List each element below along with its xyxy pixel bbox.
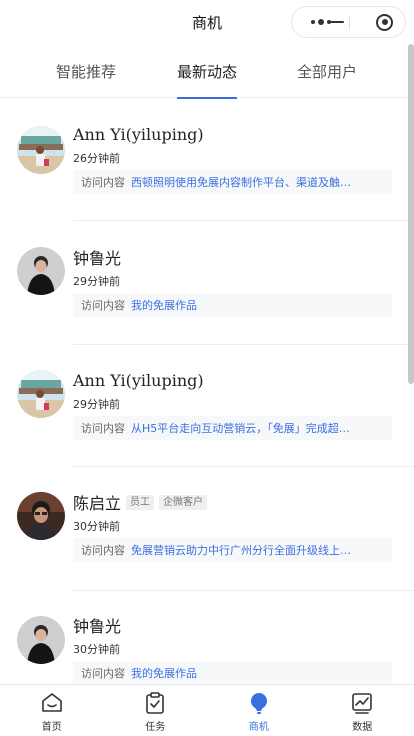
target-close-icon — [376, 13, 393, 31]
nav-label: 任务 — [145, 722, 166, 733]
employee-tag: 员工 — [126, 494, 155, 510]
visit-label: 访问内容 — [81, 667, 125, 680]
visit-content-link[interactable]: 西顿照明使用免展内容制作平台、渠道及触… — [131, 174, 351, 190]
visit-content-row[interactable]: 访问内容 西顿照明使用免展内容制作平台、渠道及触… — [73, 170, 392, 194]
nav-data[interactable]: 数据 — [311, 685, 414, 736]
tab-bar: 智能推荐 最新动态 全部用户 — [0, 44, 414, 99]
user-name: Ann Yi(yiluping) — [73, 370, 204, 390]
tab-label: 最新动态 — [176, 62, 237, 81]
chart-icon — [349, 690, 375, 716]
visit-content-link[interactable]: 从H5平台走向互动营销云，「免展」完成超… — [131, 420, 350, 436]
user-name: 钟鲁光 — [73, 249, 122, 268]
visit-label: 访问内容 — [81, 544, 125, 557]
tab-latest-activity[interactable]: 最新动态 — [156, 44, 258, 99]
list-item[interactable]: 钟鲁光 29分钟前 访问内容 我的免展作品 — [0, 221, 414, 345]
visit-content-row[interactable]: 访问内容 我的免展作品 — [73, 293, 392, 317]
timestamp: 30分钟前 — [73, 643, 120, 656]
visit-content-link[interactable]: 我的免展作品 — [131, 297, 197, 313]
list-item[interactable]: 陈启立 员工 企微客户 30分钟前 访问内容 免展营销云助力中行广州分行全面升级… — [0, 467, 414, 591]
name-row: 陈启立 员工 企微客户 — [73, 490, 208, 514]
user-name: Ann Yi(yiluping) — [73, 124, 204, 144]
scrollbar[interactable] — [408, 44, 414, 384]
user-name: 钟鲁光 — [73, 617, 122, 636]
nav-home[interactable]: 首页 — [0, 685, 104, 736]
mini-program-capsule — [291, 6, 406, 38]
nav-opportunities[interactable]: 商机 — [207, 685, 311, 736]
avatar — [17, 492, 65, 540]
nav-label: 数据 — [352, 722, 373, 733]
bottom-tab-bar: 首页 任务 商机 数据 — [0, 684, 414, 736]
visit-label: 访问内容 — [81, 299, 125, 312]
visit-label: 访问内容 — [81, 176, 125, 189]
visit-content-link[interactable]: 我的免展作品 — [131, 665, 197, 681]
visit-content-link[interactable]: 免展营销云助力中行广州分行全面升级线上… — [131, 542, 351, 558]
lightbulb-icon — [246, 690, 272, 716]
visit-label: 访问内容 — [81, 422, 125, 435]
list-item[interactable]: Ann Yi(yiluping) 29分钟前 访问内容 从H5平台走向互动营销云… — [0, 345, 414, 467]
tab-smart-recommend[interactable]: 智能推荐 — [35, 44, 137, 98]
visit-content-row[interactable]: 访问内容 我的免展作品 — [73, 661, 392, 684]
user-name: 陈启立 — [73, 494, 122, 513]
name-row: 钟鲁光 — [73, 613, 121, 637]
visit-content-row[interactable]: 访问内容 从H5平台走向互动营销云，「免展」完成超… — [73, 416, 392, 440]
nav-label: 首页 — [41, 722, 62, 733]
timestamp: 29分钟前 — [73, 275, 120, 288]
minimize-icon — [330, 21, 344, 23]
avatar — [17, 126, 65, 174]
avatar — [17, 616, 65, 664]
tab-label: 智能推荐 — [55, 62, 116, 81]
tab-label: 全部用户 — [296, 62, 357, 81]
nav-label: 商机 — [248, 722, 269, 733]
wecom-customer-tag: 企微客户 — [159, 494, 208, 510]
timestamp: 26分钟前 — [73, 152, 120, 165]
home-icon — [39, 690, 65, 716]
tab-all-users[interactable]: 全部用户 — [276, 44, 378, 98]
nav-tasks[interactable]: 任务 — [104, 685, 208, 736]
avatar — [17, 247, 65, 295]
name-row: Ann Yi(yiluping) — [73, 368, 204, 392]
list-item[interactable]: 钟鲁光 30分钟前 访问内容 我的免展作品 — [0, 591, 414, 684]
activity-feed[interactable]: Ann Yi(yiluping) 26分钟前 访问内容 西顿照明使用免展内容制作… — [0, 98, 414, 684]
timestamp: 30分钟前 — [73, 520, 120, 533]
more-button[interactable] — [292, 7, 349, 37]
avatar — [17, 370, 65, 418]
navigation-bar: 商机 — [0, 0, 414, 44]
name-row: 钟鲁光 — [73, 245, 121, 269]
visit-content-row[interactable]: 访问内容 免展营销云助力中行广州分行全面升级线上… — [73, 538, 392, 562]
list-item[interactable]: Ann Yi(yiluping) 26分钟前 访问内容 西顿照明使用免展内容制作… — [0, 98, 414, 221]
timestamp: 29分钟前 — [73, 398, 120, 411]
task-clipboard-icon — [142, 690, 168, 716]
name-row: Ann Yi(yiluping) — [73, 122, 204, 146]
more-dots-icon — [310, 19, 331, 25]
close-button[interactable] — [348, 7, 405, 37]
